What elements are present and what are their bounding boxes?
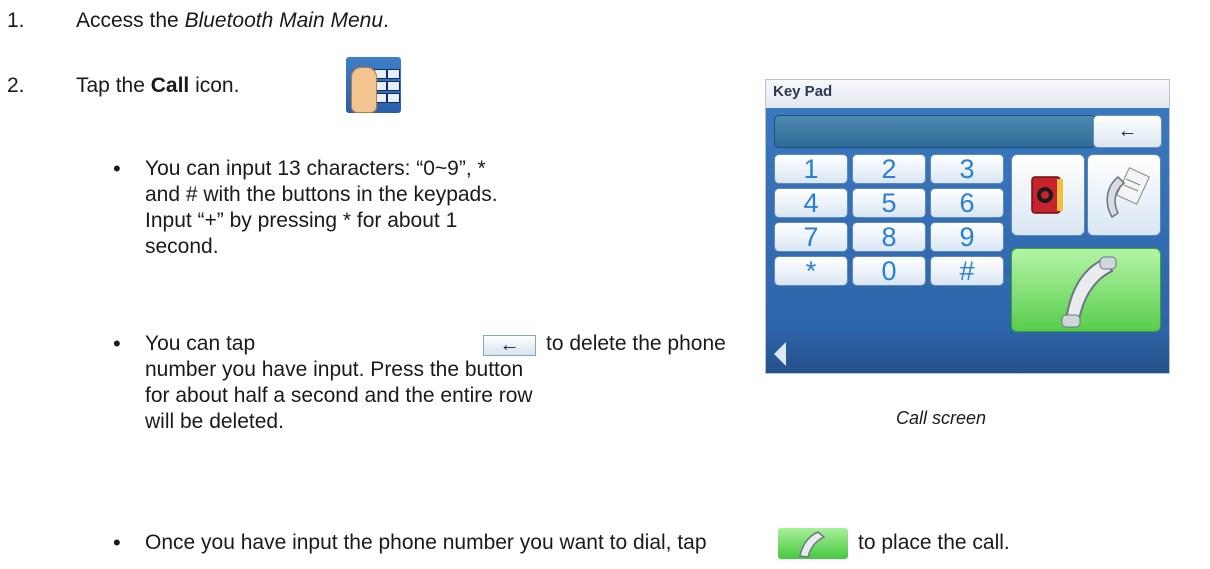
bullet-1-line: and # with the buttons in the keypads. (145, 183, 498, 206)
bullet-1-line: Input “+” by pressing * for about 1 (145, 209, 458, 232)
handset-icon (1061, 256, 1117, 328)
step-2-prefix: Tap the (76, 74, 151, 97)
bullet-2-line: for about half a second and the entire r… (145, 384, 533, 407)
screen-footer (766, 334, 1169, 373)
key-5[interactable]: 5 (852, 188, 926, 218)
keypad-body: ← 1 2 3 4 5 6 7 8 9 * 0 # (766, 108, 1169, 334)
step-1-suffix: . (383, 9, 389, 32)
bullet-1-line: You can input 13 characters: “0~9”, * (145, 157, 486, 180)
key-star[interactable]: * (774, 256, 848, 286)
bullet-2-text-b: to delete the phone (546, 332, 726, 355)
bullet-2-text-a: You can tap (145, 332, 256, 355)
key-4[interactable]: 4 (774, 188, 848, 218)
back-triangle-icon[interactable] (774, 342, 786, 366)
key-0[interactable]: 0 (852, 256, 926, 286)
bullet-2-line: will be deleted. (145, 410, 284, 433)
keypad-screen: Key Pad ← 1 2 3 4 5 6 7 8 9 * 0 # (765, 79, 1170, 374)
arrow-left-icon: ← (1117, 120, 1138, 142)
backspace-button[interactable]: ← (1093, 115, 1162, 148)
key-hash[interactable]: # (930, 256, 1004, 286)
call-icon (346, 57, 401, 113)
bullet-3-text-b: to place the call. (858, 531, 1010, 554)
inline-dial-button-image (778, 528, 848, 559)
step-1-prefix: Access the (76, 9, 185, 32)
phonebook-icon (1031, 176, 1063, 214)
bullet-2-text-rest: number you have input. Press the button … (145, 357, 533, 435)
key-1[interactable]: 1 (774, 154, 848, 184)
handset-icon (799, 531, 826, 558)
key-8[interactable]: 8 (852, 222, 926, 252)
number-display (774, 115, 1096, 148)
call-log-button[interactable] (1087, 154, 1161, 236)
step-2-suffix: icon. (189, 74, 240, 97)
key-3[interactable]: 3 (930, 154, 1004, 184)
bullet-2-line: number you have input. Press the button (145, 358, 524, 381)
dial-button[interactable] (1011, 248, 1161, 332)
bullet-dot: • (113, 156, 121, 181)
key-2[interactable]: 2 (852, 154, 926, 184)
bullet-dot: • (113, 331, 121, 356)
bullet-3-text-a: Once you have input the phone number you… (145, 531, 707, 554)
step-1-menu-name: Bluetooth Main Menu (184, 9, 384, 32)
contacts-button[interactable] (1011, 154, 1085, 236)
key-9[interactable]: 9 (930, 222, 1004, 252)
bullet-1-line: second. (145, 235, 219, 258)
step-1-text: Access the Bluetooth Main Menu. (76, 8, 389, 34)
screen-title: Key Pad (773, 83, 833, 100)
screen-header: Key Pad (766, 80, 1169, 108)
figure-caption: Call screen (896, 408, 987, 428)
call-log-icon (1106, 167, 1150, 219)
key-6[interactable]: 6 (930, 188, 1004, 218)
step-2-number: 2. (7, 74, 25, 97)
arrow-left-icon: ← (499, 334, 520, 356)
step-1-number: 1. (7, 9, 25, 32)
step-2-text: Tap the Call icon. (76, 73, 239, 99)
inline-back-button-image: ← (483, 334, 536, 356)
bullet-1-text: You can input 13 characters: “0~9”, * an… (145, 156, 498, 260)
step-2-call-word: Call (150, 74, 190, 97)
key-7[interactable]: 7 (774, 222, 848, 252)
bullet-dot: • (113, 530, 121, 555)
